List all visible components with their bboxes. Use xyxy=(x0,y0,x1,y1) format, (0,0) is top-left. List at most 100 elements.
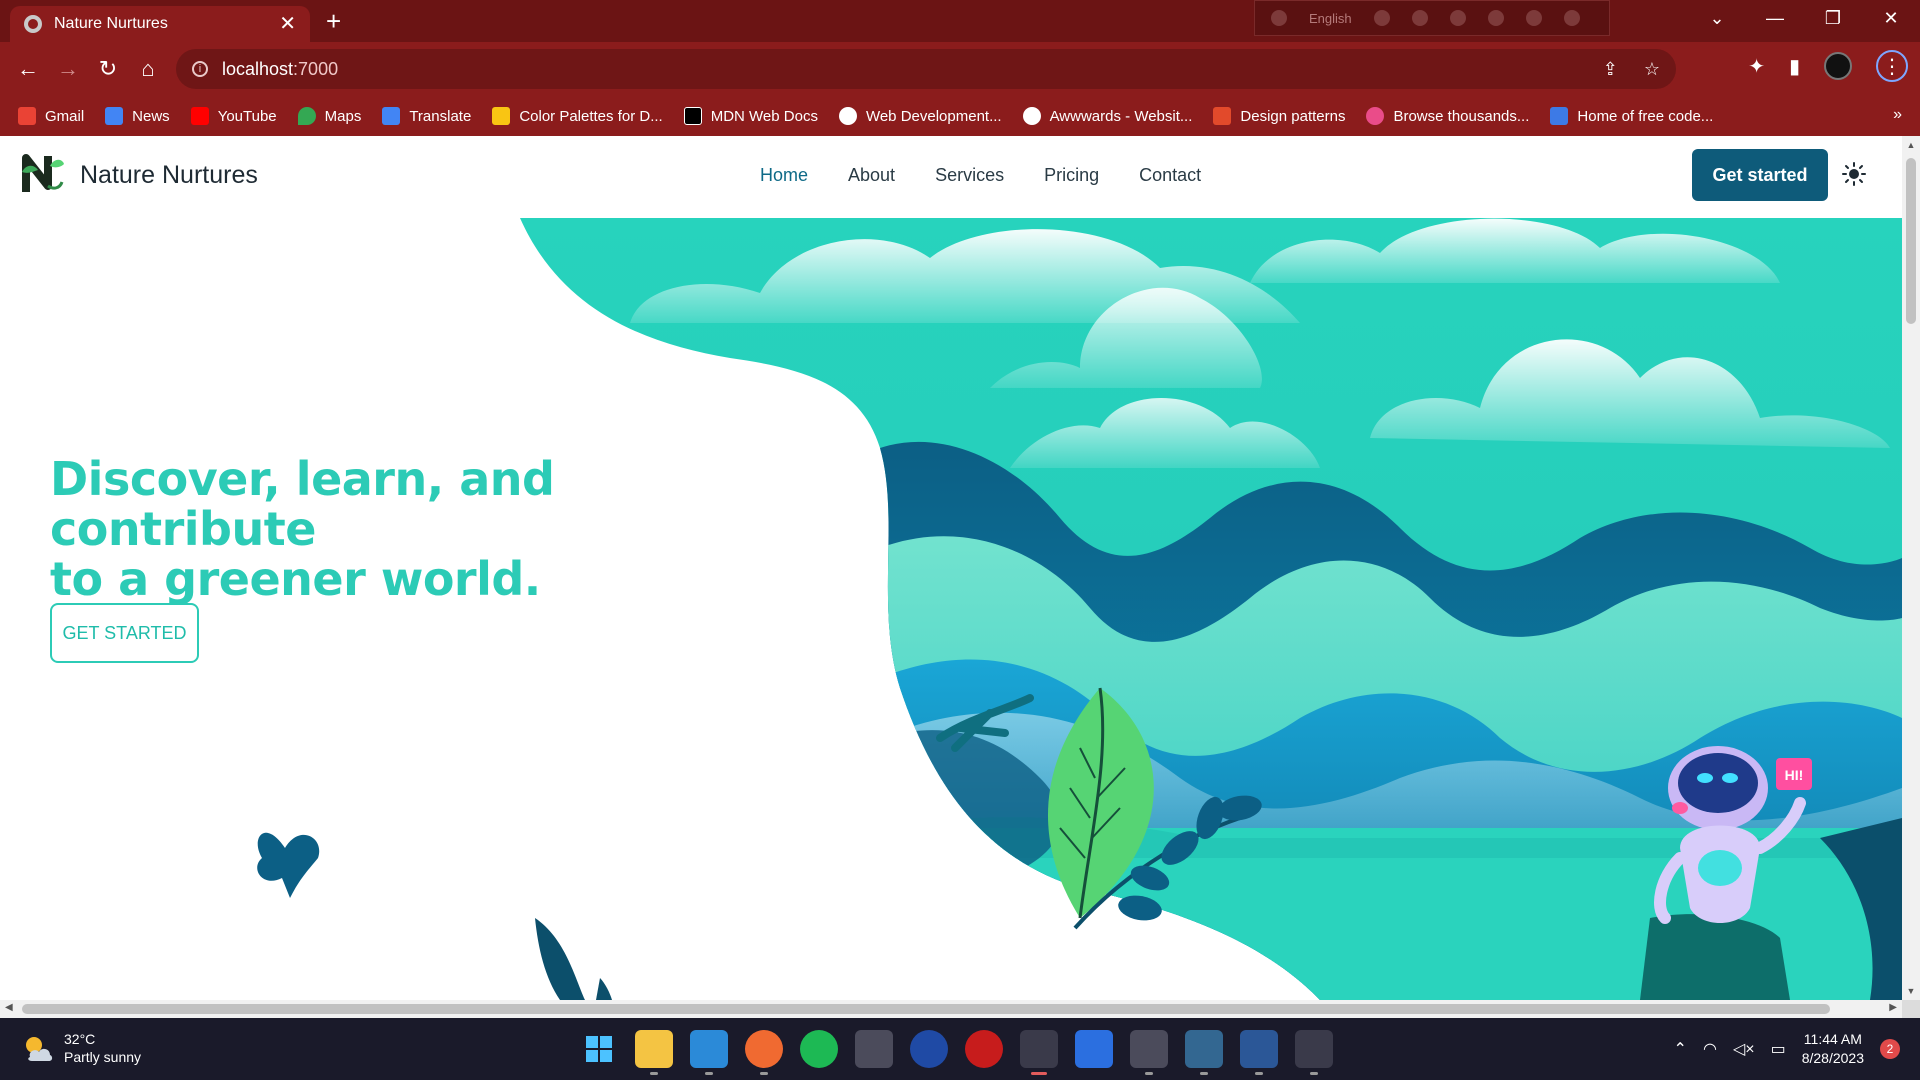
scroll-left-icon[interactable]: ◀ xyxy=(5,1002,13,1013)
sun-icon[interactable] xyxy=(1842,162,1866,186)
bookmark-news[interactable]: News xyxy=(105,107,170,125)
bookmark-web-development[interactable]: Web Development... xyxy=(838,107,1002,125)
gmail-icon xyxy=(18,107,36,125)
help-icon[interactable] xyxy=(1525,10,1542,26)
bookmark-awwwards[interactable]: Awwwards - Websit... xyxy=(1022,107,1192,125)
weather-condition: Partly sunny xyxy=(64,1049,142,1065)
partly-sunny-icon xyxy=(26,1037,53,1061)
maps-icon xyxy=(297,107,316,125)
info-icon[interactable] xyxy=(1563,10,1580,26)
bookmark-browse-thousands[interactable]: Browse thousands... xyxy=(1366,107,1529,125)
bookmark-mdn[interactable]: MDN Web Docs xyxy=(683,107,818,125)
url-text[interactable]: localhost:7000 xyxy=(222,59,338,80)
chrome-2-icon[interactable] xyxy=(1295,1030,1333,1075)
browser-tab[interactable]: Nature Nurtures ✕ xyxy=(10,6,310,42)
extension-icon[interactable] xyxy=(1487,10,1504,26)
site-header: Nature Nurtures Home About Services Pric… xyxy=(0,136,1902,218)
news-icon xyxy=(105,107,124,125)
word-icon[interactable] xyxy=(1240,1030,1278,1075)
bookmark-youtube[interactable]: YouTube xyxy=(190,107,277,125)
extension-icon[interactable] xyxy=(1271,10,1287,26)
nature-nurtures-logo[interactable] xyxy=(20,150,66,198)
butterfly-decoration xyxy=(257,832,320,898)
extension-icon[interactable] xyxy=(1373,10,1390,26)
system-tray: ⌃ ◠ ◁× ▭ 11:44 AM 8/28/2023 2 xyxy=(1674,1030,1900,1068)
share-icon[interactable]: ⇪ xyxy=(1603,59,1618,80)
git-2-icon[interactable] xyxy=(1130,1030,1168,1075)
chevron-up-icon[interactable]: ⌃ xyxy=(1674,1039,1687,1059)
speaker-muted-icon[interactable]: ◁× xyxy=(1733,1039,1755,1059)
bookmark-design-patterns[interactable]: Design patterns xyxy=(1213,107,1345,125)
nav-pricing[interactable]: Pricing xyxy=(1044,165,1099,186)
todo-icon[interactable] xyxy=(1075,1030,1113,1068)
scroll-up-icon[interactable]: ▲ xyxy=(1906,140,1916,150)
bookmark-star-icon[interactable]: ☆ xyxy=(1644,59,1660,80)
side-panel-icon[interactable]: ▮ xyxy=(1789,54,1800,79)
antivirus-icon[interactable] xyxy=(965,1030,1003,1068)
nav-about[interactable]: About xyxy=(848,165,895,186)
mdn-icon xyxy=(683,107,702,125)
clock[interactable]: 11:44 AM 8/28/2023 xyxy=(1802,1030,1864,1068)
vscode-icon[interactable] xyxy=(690,1030,728,1075)
time: 11:44 AM xyxy=(1803,1031,1862,1047)
minimize-icon[interactable]: — xyxy=(1746,0,1804,36)
postgres-icon[interactable] xyxy=(1185,1030,1223,1075)
youtube-icon xyxy=(190,107,209,125)
extensions-puzzle-icon[interactable]: ✦ xyxy=(1748,54,1765,79)
file-explorer-icon[interactable] xyxy=(635,1030,673,1075)
page-viewport: HI! Nature Nurtures Home About Services … xyxy=(0,136,1902,1000)
restore-icon[interactable]: ❐ xyxy=(1804,0,1862,36)
brand-name[interactable]: Nature Nurtures xyxy=(80,161,258,190)
language-label[interactable]: English xyxy=(1309,11,1352,26)
start-button[interactable] xyxy=(580,1030,618,1068)
more-bookmarks-icon[interactable]: » xyxy=(1893,106,1902,124)
close-tab-icon[interactable]: ✕ xyxy=(279,14,296,34)
site-info-icon[interactable]: i xyxy=(192,61,208,77)
back-icon[interactable]: ← xyxy=(8,49,48,89)
awwwards-icon xyxy=(1022,107,1041,125)
toolbar-right: ✦ ▮ ⋮ xyxy=(1748,50,1908,82)
wifi-icon[interactable]: ◠ xyxy=(1703,1039,1717,1059)
bookmark-color-palettes[interactable]: Color Palettes for D... xyxy=(492,107,663,125)
nav-services[interactable]: Services xyxy=(935,165,1004,186)
profile-avatar[interactable] xyxy=(1824,52,1852,80)
bookmark-maps[interactable]: Maps xyxy=(297,107,361,125)
spotify-icon[interactable] xyxy=(800,1030,838,1068)
tab-strip: Nature Nurtures ✕ + English ⌄ — ❐ ✕ xyxy=(0,0,1920,42)
scroll-thumb[interactable] xyxy=(22,1004,1830,1014)
dribbble-icon xyxy=(1366,107,1385,125)
leaf-decoration xyxy=(535,918,612,1000)
nav-home[interactable]: Home xyxy=(760,165,808,186)
bookmark-gmail[interactable]: Gmail xyxy=(18,107,84,125)
bookmark-free-code[interactable]: Home of free code... xyxy=(1550,107,1713,125)
weather-widget[interactable]: 32°C Partly sunny xyxy=(20,1030,141,1066)
horizontal-scrollbar[interactable]: ◀ ▶ xyxy=(0,1000,1902,1018)
git-icon[interactable] xyxy=(855,1030,893,1068)
scrollbar-corner xyxy=(1902,1000,1920,1018)
translate-icon xyxy=(382,107,401,125)
scroll-down-icon[interactable]: ▼ xyxy=(1906,986,1916,996)
tab-search-icon[interactable]: ⌄ xyxy=(1688,0,1746,36)
scroll-thumb[interactable] xyxy=(1906,158,1916,324)
close-window-icon[interactable]: ✕ xyxy=(1862,0,1920,36)
new-tab-button[interactable]: + xyxy=(326,8,341,34)
hero-get-started-button[interactable]: GET STARTED xyxy=(50,603,199,663)
nav-contact[interactable]: Contact xyxy=(1139,165,1201,186)
forward-icon[interactable]: → xyxy=(48,49,88,89)
home-icon[interactable]: ⌂ xyxy=(128,49,168,89)
gear-icon[interactable] xyxy=(1449,10,1466,26)
extension-icon[interactable] xyxy=(1411,10,1428,26)
tab-title: Nature Nurtures xyxy=(54,15,168,32)
battery-icon[interactable]: ▭ xyxy=(1771,1039,1786,1059)
address-bar[interactable]: i localhost:7000 ⇪ ☆ xyxy=(176,49,1676,89)
scroll-right-icon[interactable]: ▶ xyxy=(1889,1002,1897,1013)
notification-badge[interactable]: 2 xyxy=(1880,1039,1900,1059)
vertical-scrollbar[interactable]: ▲ ▼ xyxy=(1902,136,1920,1000)
chrome-icon[interactable] xyxy=(1020,1030,1058,1075)
get-started-button[interactable]: Get started xyxy=(1692,149,1828,201)
chrome-menu-icon[interactable]: ⋮ xyxy=(1876,50,1908,82)
bookmark-translate[interactable]: Translate xyxy=(382,107,471,125)
reload-icon[interactable]: ↻ xyxy=(88,49,128,89)
postman-icon[interactable] xyxy=(745,1030,783,1075)
ccleaner-icon[interactable] xyxy=(910,1030,948,1068)
